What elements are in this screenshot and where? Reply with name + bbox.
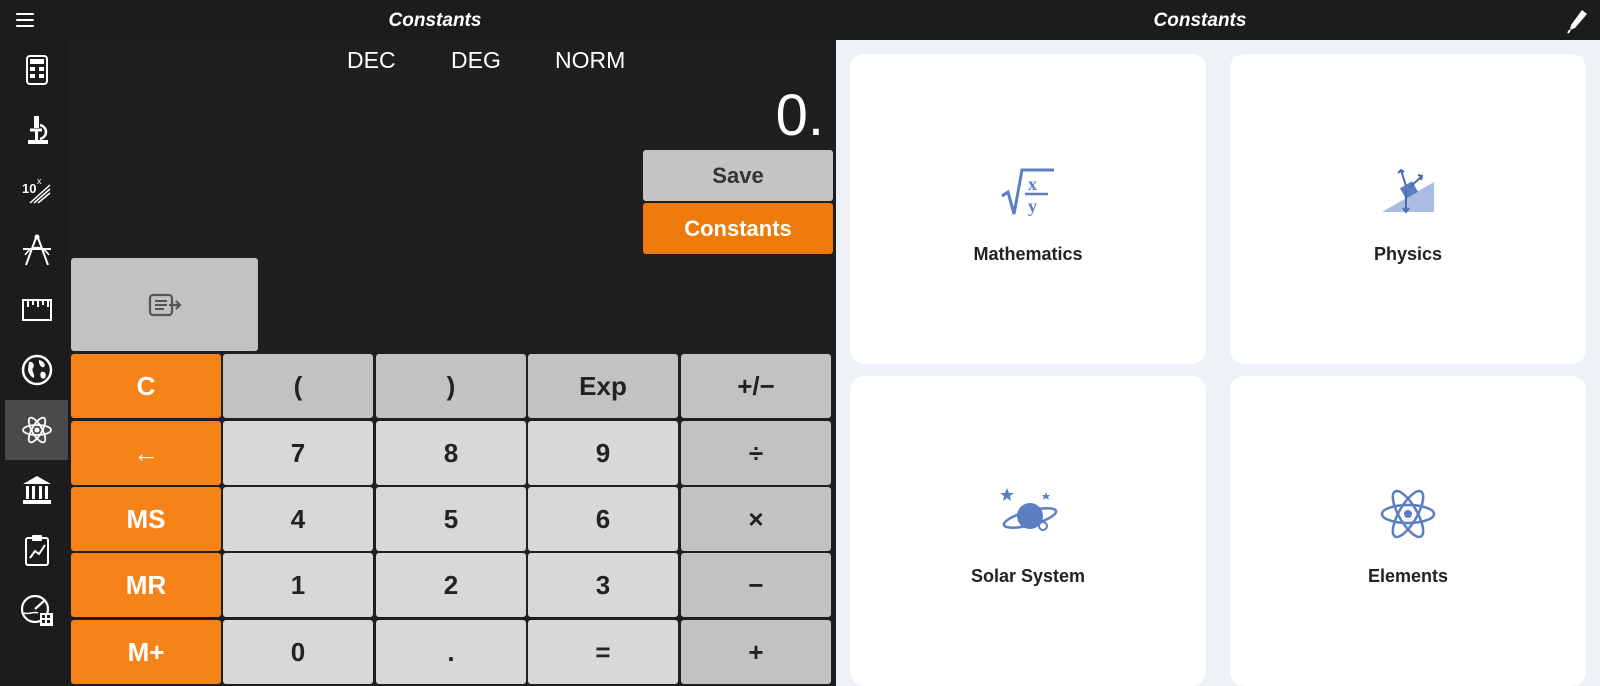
svg-text:x: x [1028,174,1037,194]
globe-icon [21,354,52,386]
sign-toggle-button[interactable]: +/− [681,354,831,418]
category-physics[interactable]: Physics [1230,54,1586,364]
display-format-mode[interactable]: NORM [555,47,625,74]
open-paren-button[interactable]: ( [223,354,373,418]
sidebar-item-world[interactable] [5,340,68,400]
digit-9-button[interactable]: 9 [528,421,678,485]
sidebar-item-constants[interactable] [5,400,68,460]
top-bar: Constants Constants [0,0,1600,40]
memory-recall-button[interactable]: MR [71,553,221,617]
ruler-icon [21,299,52,321]
sidebar-item-graphing[interactable] [5,580,68,640]
backspace-button[interactable]: ← [71,421,221,485]
sidebar-item-geometry[interactable] [5,220,68,280]
digit-5-button[interactable]: 5 [376,487,526,551]
calculator-display: 0. [775,83,824,148]
digit-8-button[interactable]: 8 [376,421,526,485]
sidebar-item-calculator[interactable] [5,40,68,100]
sidebar: 10 x [0,40,70,686]
calculator: DEC DEG NORM 0. Save Constants C() Exp +/−… [70,40,836,686]
svg-text:10: 10 [22,181,36,196]
digit-7-button[interactable]: 7 [223,421,373,485]
category-label: Mathematics [973,244,1083,264]
memory-store-button[interactable]: MS [71,487,221,551]
equals-button[interactable]: = [528,620,678,684]
category-label: Elements [1367,566,1449,586]
atom-icon [21,416,52,444]
category-label: Solar System [970,566,1086,586]
constants-panel: xy Mathematics Physics Solar System Elem… [836,40,1600,686]
microscope-icon [27,116,48,144]
app-window: Constants Constants 10 x DEC DEG NORM 0.… [0,0,1600,686]
angle-mode[interactable]: DEG [451,47,501,74]
digit-0-button[interactable]: 0 [223,620,373,684]
digit-2-button[interactable]: 2 [376,553,526,617]
bank-icon [22,476,51,504]
save-button[interactable]: Save [643,150,833,201]
add-button[interactable]: + [681,620,831,684]
inclined-plane-icon [1382,168,1434,214]
category-label: Physics [1373,244,1443,264]
category-elements[interactable]: Elements [1230,376,1586,686]
digit-4-button[interactable]: 4 [223,487,373,551]
exp-button[interactable]: Exp [528,354,678,418]
category-solar-system[interactable]: Solar System [850,376,1206,686]
multiply-button[interactable]: × [681,487,831,551]
svg-text:y: y [1028,196,1037,216]
digit-1-button[interactable]: 1 [223,553,373,617]
calculator-title: Constants [388,10,482,31]
sidebar-item-exponent[interactable]: 10 x [5,160,68,220]
atom-icon [1380,489,1436,539]
divide-button[interactable]: ÷ [681,421,831,485]
sqrt-fraction-icon: xy [1001,168,1054,216]
category-mathematics[interactable]: xy Mathematics [850,54,1206,364]
hamburger-menu-icon[interactable] [10,8,40,34]
svg-text:x: x [37,176,42,186]
constants-button[interactable]: Constants [643,203,833,254]
gauge-calculator-icon [20,594,53,626]
scientific-notation-icon: 10 x [22,176,51,204]
sidebar-item-units[interactable] [5,280,68,340]
geometry-icon [22,234,51,266]
sidebar-item-science[interactable] [5,100,68,160]
digit-6-button[interactable]: 6 [528,487,678,551]
history-list-icon [148,293,182,316]
clear-button[interactable]: C [71,354,221,418]
subtract-button[interactable]: − [681,553,831,617]
decimal-point-button[interactable]: . [376,620,526,684]
number-base-mode[interactable]: DEC [347,47,396,74]
panel-title: Constants [1153,10,1247,31]
clipboard-chart-icon [24,535,49,566]
sidebar-item-statistics[interactable] [5,520,68,580]
planet-icon [1000,488,1058,531]
pen-icon[interactable] [1566,8,1590,34]
calculator-icon [25,55,48,85]
history-button[interactable] [71,258,258,351]
sidebar-item-finance[interactable] [5,460,68,520]
digit-3-button[interactable]: 3 [528,553,678,617]
close-paren-button[interactable]: ) [376,354,526,418]
memory-add-button[interactable]: M+ [71,620,221,684]
